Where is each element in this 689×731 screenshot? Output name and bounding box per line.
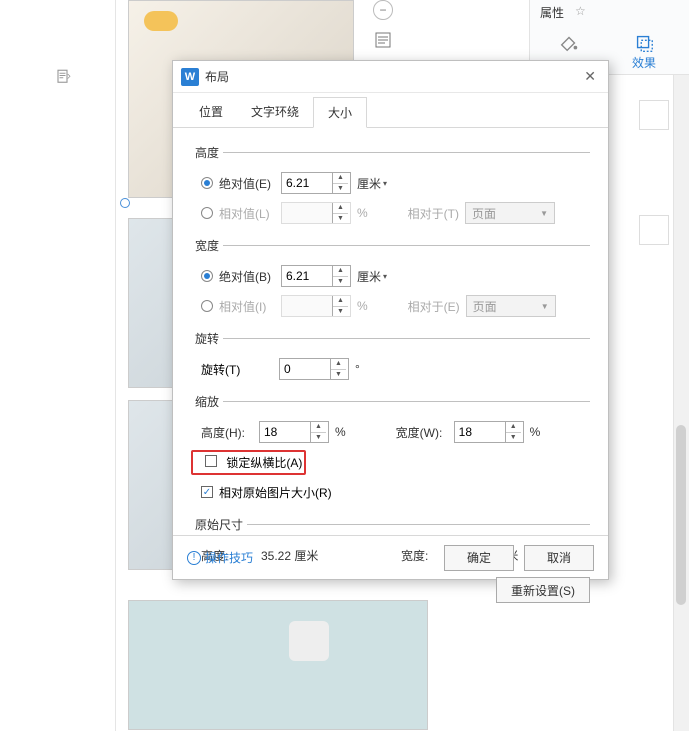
page-margin-line: [115, 0, 116, 731]
dialog-tabs: 位置 文字环绕 大小: [173, 93, 608, 128]
width-abs-radio[interactable]: [201, 270, 213, 282]
tips-link[interactable]: ! 操作技巧: [187, 549, 253, 566]
panel-item[interactable]: [639, 100, 669, 130]
width-rel-input: [282, 296, 332, 316]
dialog-titlebar[interactable]: W 布局 ✕: [173, 61, 608, 93]
spinner-arrows[interactable]: ▲▼: [330, 359, 346, 379]
scroll-thumb[interactable]: [676, 425, 686, 605]
dialog-body: 高度 绝对值(E) ▲▼ 厘米▾ 相对值(L) ▲▼ % 相对于(T): [173, 128, 608, 605]
effect-label: 效果: [632, 54, 656, 71]
scale-w-unit: %: [530, 425, 541, 439]
panel-item[interactable]: [639, 215, 669, 245]
height-rel-radio[interactable]: [201, 207, 213, 219]
height-rel-unit: %: [357, 206, 368, 220]
tips-label: 操作技巧: [205, 549, 253, 566]
star-icon[interactable]: ☆: [575, 4, 586, 18]
height-rel-input: [282, 203, 332, 223]
lock-aspect-label: 锁定纵横比(A): [226, 456, 302, 470]
height-legend: 高度: [191, 144, 223, 161]
height-abs-input[interactable]: [282, 173, 332, 193]
width-rel-radio[interactable]: [201, 300, 213, 312]
scale-legend: 缩放: [191, 393, 223, 410]
rotate-spinner[interactable]: ▲▼: [279, 358, 349, 380]
height-abs-radio[interactable]: [201, 177, 213, 189]
height-abs-unit[interactable]: 厘米▾: [357, 175, 387, 192]
width-abs-label: 绝对值(B): [219, 268, 281, 285]
layout-dialog: W 布局 ✕ 位置 文字环绕 大小 高度 绝对值(E) ▲▼ 厘米▾ 相对值(L…: [172, 60, 609, 580]
original-legend: 原始尺寸: [191, 516, 247, 533]
width-abs-input[interactable]: [282, 266, 332, 286]
width-rel-label: 相对值(I): [219, 298, 281, 315]
scale-w-label: 宽度(W):: [396, 424, 454, 441]
scale-h-input[interactable]: [260, 422, 310, 442]
height-abs-label: 绝对值(E): [219, 175, 281, 192]
width-relto-combo: 页面▼: [466, 295, 556, 317]
selection-handle[interactable]: [120, 198, 130, 208]
width-relto-label: 相对于(E): [408, 298, 460, 315]
help-icon: !: [187, 551, 201, 565]
fill-line-tool[interactable]: [558, 32, 580, 54]
height-group: 高度 绝对值(E) ▲▼ 厘米▾ 相对值(L) ▲▼ % 相对于(T): [191, 144, 590, 231]
scale-h-unit: %: [335, 425, 346, 439]
tab-position[interactable]: 位置: [185, 97, 237, 127]
tab-wrap[interactable]: 文字环绕: [237, 97, 313, 127]
width-rel-unit: %: [357, 299, 368, 313]
spinner-arrows[interactable]: ▲▼: [310, 422, 326, 442]
zoom-out-icon[interactable]: −: [373, 0, 393, 20]
reset-button[interactable]: 重新设置(S): [496, 577, 590, 603]
height-rel-label: 相对值(L): [219, 205, 281, 222]
spinner-arrows[interactable]: ▲▼: [505, 422, 521, 442]
spinner-arrows[interactable]: ▲▼: [332, 266, 348, 286]
width-abs-spinner[interactable]: ▲▼: [281, 265, 351, 287]
ok-button[interactable]: 确定: [444, 545, 514, 571]
tab-size[interactable]: 大小: [313, 97, 367, 128]
height-relto-combo: 页面▼: [465, 202, 555, 224]
image-thumbnail: [128, 600, 428, 730]
height-abs-spinner[interactable]: ▲▼: [281, 172, 351, 194]
spinner-arrows: ▲▼: [332, 203, 348, 223]
dialog-title: 布局: [205, 68, 229, 85]
height-relto-label: 相对于(T): [408, 205, 459, 222]
dialog-footer: ! 操作技巧 确定 取消: [173, 535, 608, 579]
spinner-arrows[interactable]: ▲▼: [332, 173, 348, 193]
width-legend: 宽度: [191, 237, 223, 254]
lock-aspect-highlight: 锁定纵横比(A): [191, 450, 306, 475]
rel-orig-label: 相对原始图片大小(R): [219, 484, 332, 501]
rotate-unit: °: [355, 362, 360, 376]
rotate-label: 旋转(T): [201, 361, 279, 378]
properties-label: 属性: [540, 4, 564, 21]
app-logo-icon: W: [181, 68, 199, 86]
rotate-legend: 旋转: [191, 330, 223, 347]
rotate-group: 旋转 旋转(T) ▲▼ °: [191, 330, 590, 387]
scale-h-spinner[interactable]: ▲▼: [259, 421, 329, 443]
lock-aspect-checkbox[interactable]: [205, 455, 217, 467]
spinner-arrows: ▲▼: [332, 296, 348, 316]
rel-orig-checkbox[interactable]: [201, 486, 213, 498]
effect-tool[interactable]: 效果: [632, 32, 656, 71]
scale-w-input[interactable]: [455, 422, 505, 442]
vertical-scrollbar[interactable]: [673, 75, 689, 731]
height-rel-spinner: ▲▼: [281, 202, 351, 224]
rotate-input[interactable]: [280, 359, 330, 379]
scale-w-spinner[interactable]: ▲▼: [454, 421, 524, 443]
close-icon[interactable]: ✕: [580, 64, 600, 89]
outline-icon[interactable]: [55, 68, 73, 89]
width-rel-spinner: ▲▼: [281, 295, 351, 317]
width-group: 宽度 绝对值(B) ▲▼ 厘米▾ 相对值(I) ▲▼ % 相对于(E): [191, 237, 590, 324]
align-icon[interactable]: [373, 30, 393, 53]
cancel-button[interactable]: 取消: [524, 545, 594, 571]
width-abs-unit[interactable]: 厘米▾: [357, 268, 387, 285]
scale-group: 缩放 高度(H): ▲▼ % 宽度(W): ▲▼ % 锁定纵横比(A): [191, 393, 590, 510]
scale-h-label: 高度(H):: [201, 424, 259, 441]
